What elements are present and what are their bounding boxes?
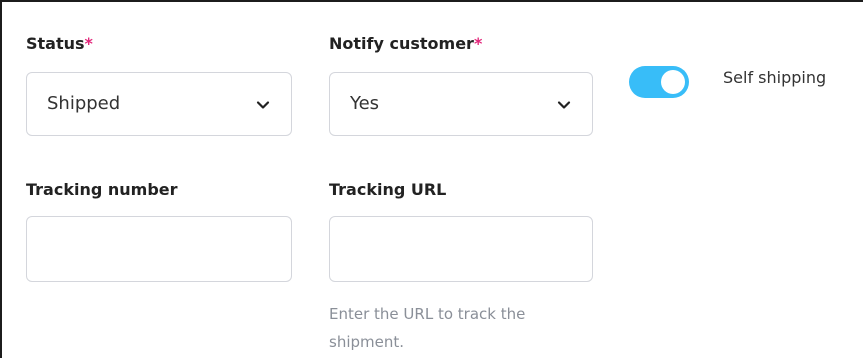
tracking-url-label: Tracking URL: [329, 180, 447, 199]
self-shipping-toggle[interactable]: [629, 66, 689, 98]
notify-customer-select-value: Yes: [350, 93, 380, 114]
status-select-value: Shipped: [47, 93, 121, 114]
status-label: Status*: [26, 34, 93, 53]
chevron-down-icon: [256, 101, 270, 109]
chevron-down-icon: [557, 101, 571, 109]
status-select[interactable]: Shipped: [26, 72, 292, 136]
tracking-number-label: Tracking number: [26, 180, 178, 199]
tracking-url-help-text: Enter the URL to track the shipment.: [329, 305, 526, 351]
order-shipping-form: Status* Shipped Notify customer* Yes Sel…: [0, 0, 863, 358]
tracking-url-input[interactable]: [329, 216, 593, 282]
required-asterisk: *: [84, 34, 93, 53]
toggle-knob: [661, 70, 685, 94]
notify-customer-label: Notify customer*: [329, 34, 483, 53]
notify-customer-select[interactable]: Yes: [329, 72, 593, 136]
required-asterisk: *: [473, 34, 483, 53]
tracking-number-input[interactable]: [26, 216, 292, 282]
self-shipping-label: Self shipping: [723, 68, 827, 87]
